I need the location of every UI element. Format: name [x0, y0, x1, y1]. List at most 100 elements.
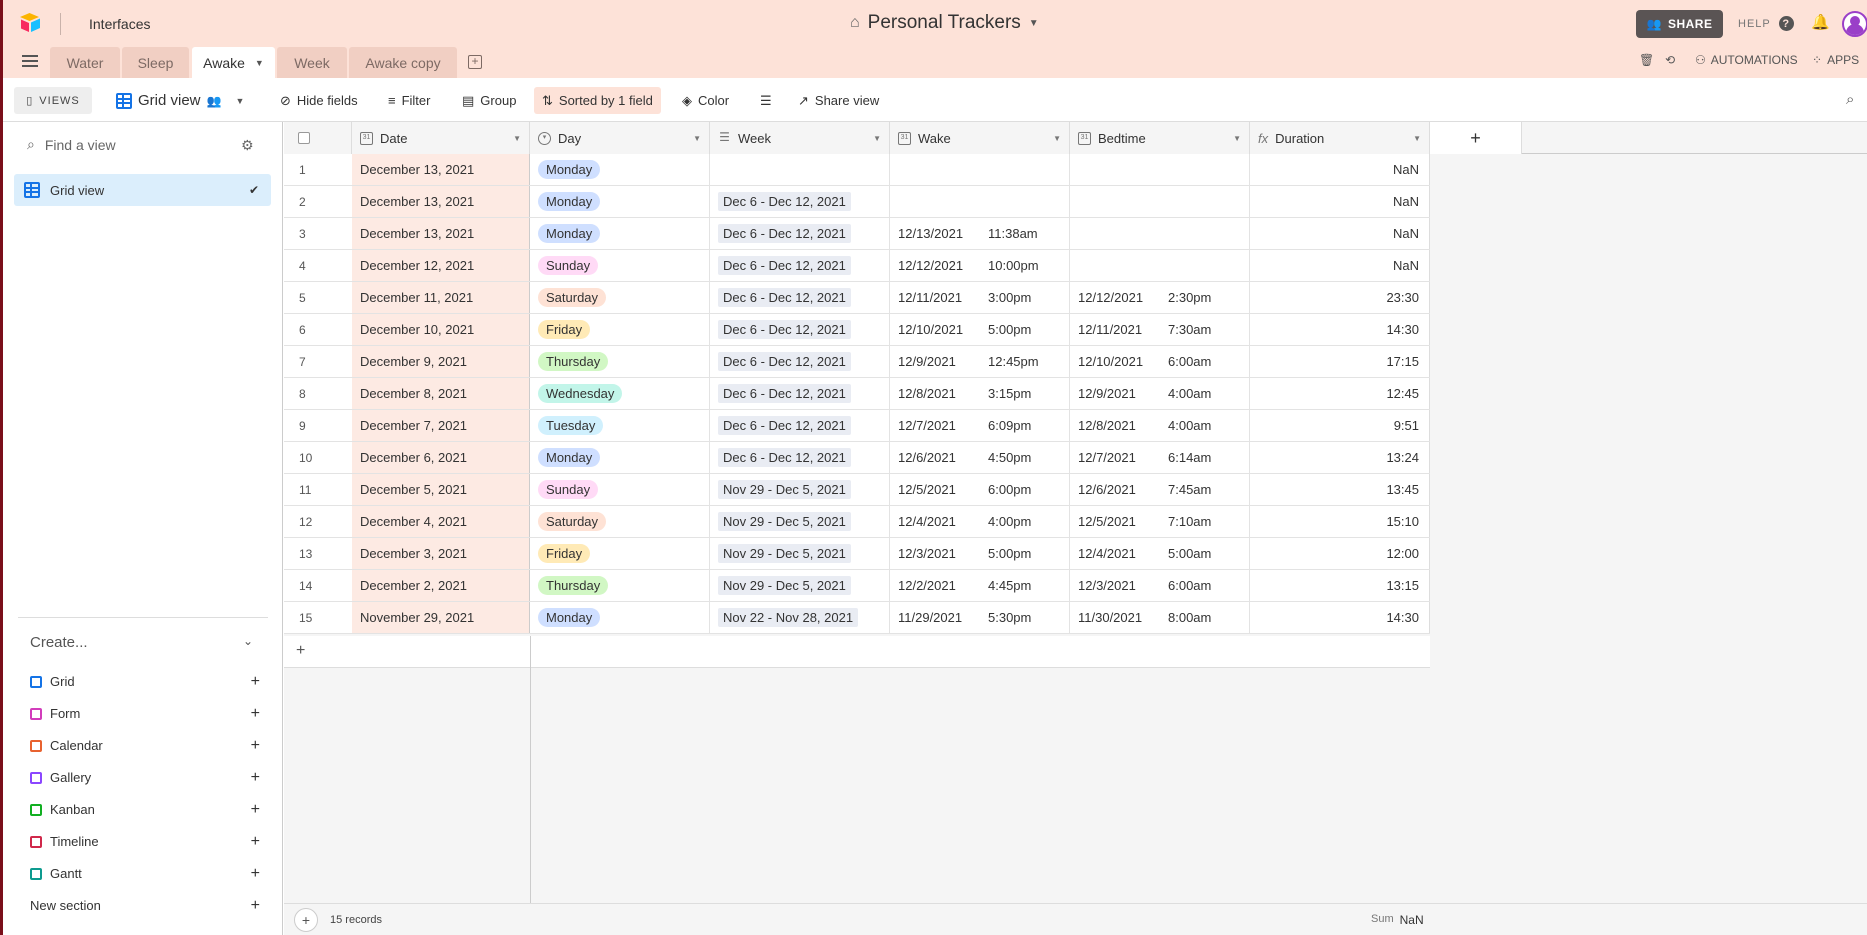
plus-icon[interactable]: + — [251, 737, 260, 755]
add-field-button[interactable]: + — [1430, 122, 1522, 154]
table-row[interactable]: 2 December 13, 2021 Monday Dec 6 - Dec 12, … — [284, 186, 1430, 218]
cell-day[interactable]: Monday — [530, 218, 710, 249]
cell-week[interactable]: Dec 6 - Dec 12, 2021 — [710, 218, 890, 249]
cell-wake[interactable]: 12/5/2021 6:00pm — [890, 474, 1070, 505]
color-button[interactable]: ◈ Color — [678, 87, 733, 114]
cell-duration[interactable]: 9:51 — [1250, 410, 1430, 441]
tab-water[interactable]: Water — [50, 47, 120, 78]
cell-wake[interactable] — [890, 186, 1070, 217]
cell-bedtime[interactable]: 12/10/2021 6:00am — [1070, 346, 1250, 377]
cell-duration[interactable]: 12:45 — [1250, 378, 1430, 409]
cell-week[interactable]: Nov 29 - Dec 5, 2021 — [710, 538, 890, 569]
column-header-duration[interactable]: fx Duration ▼ — [1250, 122, 1430, 154]
cell-bedtime[interactable]: 11/30/2021 8:00am — [1070, 602, 1250, 633]
cell-day[interactable]: Thursday — [530, 570, 710, 601]
cell-day[interactable]: Friday — [530, 314, 710, 345]
select-all-checkbox[interactable] — [284, 122, 352, 154]
cell-wake[interactable]: 12/8/2021 3:15pm — [890, 378, 1070, 409]
cell-wake[interactable]: 12/3/2021 5:00pm — [890, 538, 1070, 569]
plus-icon[interactable]: + — [251, 833, 260, 851]
cell-day[interactable]: Tuesday — [530, 410, 710, 441]
table-row[interactable]: 1 December 13, 2021 Monday NaN — [284, 154, 1430, 186]
cell-duration[interactable]: NaN — [1250, 218, 1430, 249]
cell-duration[interactable]: 23:30 — [1250, 282, 1430, 313]
chevron-down-icon[interactable]: ▼ — [513, 134, 521, 143]
sort-button[interactable]: ⇅ Sorted by 1 field — [534, 87, 661, 114]
share-view-button[interactable]: ↗ Share view — [794, 87, 883, 114]
share-button[interactable]: 👥 SHARE — [1636, 10, 1723, 38]
cell-date[interactable]: December 13, 2021 — [352, 186, 530, 217]
create-gallery[interactable]: Gallery + — [30, 769, 260, 786]
create-timeline[interactable]: Timeline + — [30, 833, 260, 851]
cell-week[interactable]: Nov 29 - Dec 5, 2021 — [710, 506, 890, 537]
create-calendar[interactable]: Calendar + — [30, 737, 260, 755]
table-row[interactable]: 8 December 8, 2021 Wednesday Dec 6 - Dec 12… — [284, 378, 1430, 410]
cell-bedtime[interactable]: 12/11/2021 7:30am — [1070, 314, 1250, 345]
cell-date[interactable]: December 13, 2021 — [352, 218, 530, 249]
cell-week[interactable]: Dec 6 - Dec 12, 2021 — [710, 410, 890, 441]
cell-bedtime[interactable]: 12/5/2021 7:10am — [1070, 506, 1250, 537]
cell-date[interactable]: December 9, 2021 — [352, 346, 530, 377]
cell-duration[interactable]: 14:30 — [1250, 314, 1430, 345]
cell-wake[interactable]: 12/9/2021 12:45pm — [890, 346, 1070, 377]
cell-week[interactable]: Nov 29 - Dec 5, 2021 — [710, 474, 890, 505]
cell-bedtime[interactable] — [1070, 154, 1250, 185]
create-grid[interactable]: Grid + — [30, 673, 260, 691]
bell-icon[interactable]: 🔔 — [1811, 13, 1830, 31]
cell-wake[interactable]: 12/2/2021 4:45pm — [890, 570, 1070, 601]
gear-icon[interactable]: ⚙ — [241, 137, 254, 154]
cell-week[interactable]: Nov 29 - Dec 5, 2021 — [710, 570, 890, 601]
add-record-row[interactable]: + — [284, 636, 1430, 668]
cell-date[interactable]: December 11, 2021 — [352, 282, 530, 313]
table-row[interactable]: 9 December 7, 2021 Tuesday Dec 6 - Dec 12, … — [284, 410, 1430, 442]
app-logo-icon[interactable] — [18, 12, 44, 34]
column-header-day[interactable]: ▾ Day ▼ — [530, 122, 710, 154]
interfaces-link[interactable]: Interfaces — [89, 16, 150, 32]
cell-duration[interactable]: 13:24 — [1250, 442, 1430, 473]
cell-week[interactable]: Dec 6 - Dec 12, 2021 — [710, 282, 890, 313]
cell-duration[interactable]: 14:30 — [1250, 602, 1430, 633]
column-header-bedtime[interactable]: 31 Bedtime ▼ — [1070, 122, 1250, 154]
create-new-section[interactable]: New section + — [30, 897, 260, 915]
tab-sleep[interactable]: Sleep — [122, 47, 189, 78]
sidebar-item-grid-view[interactable]: Grid view ✔ — [14, 174, 271, 206]
cell-duration[interactable]: 17:15 — [1250, 346, 1430, 377]
table-row[interactable]: 10 December 6, 2021 Monday Dec 6 - Dec 12, … — [284, 442, 1430, 474]
cell-day[interactable]: Saturday — [530, 282, 710, 313]
cell-bedtime[interactable] — [1070, 250, 1250, 281]
cell-date[interactable]: December 6, 2021 — [352, 442, 530, 473]
cell-duration[interactable]: NaN — [1250, 250, 1430, 281]
add-table-icon[interactable]: + — [468, 55, 482, 69]
search-icon[interactable]: ⌕ — [1846, 91, 1854, 108]
cell-week[interactable]: Dec 6 - Dec 12, 2021 — [710, 250, 890, 281]
tab-awake-copy[interactable]: Awake copy — [349, 47, 457, 78]
chevron-down-icon[interactable]: ▼ — [873, 134, 881, 143]
cell-duration[interactable]: 13:15 — [1250, 570, 1430, 601]
help-button[interactable]: HELP ? — [1738, 16, 1794, 31]
cell-day[interactable]: Monday — [530, 602, 710, 633]
cell-date[interactable]: December 13, 2021 — [352, 154, 530, 185]
cell-wake[interactable]: 12/12/2021 10:00pm — [890, 250, 1070, 281]
cell-date[interactable]: December 10, 2021 — [352, 314, 530, 345]
cell-day[interactable]: Saturday — [530, 506, 710, 537]
cell-date[interactable]: December 12, 2021 — [352, 250, 530, 281]
cell-day[interactable]: Thursday — [530, 346, 710, 377]
cell-wake[interactable]: 12/13/2021 11:38am — [890, 218, 1070, 249]
column-header-date[interactable]: 31 Date ▼ — [352, 122, 530, 154]
plus-icon[interactable]: + — [251, 897, 260, 915]
cell-week[interactable]: Dec 6 - Dec 12, 2021 — [710, 378, 890, 409]
cell-wake[interactable]: 12/6/2021 4:50pm — [890, 442, 1070, 473]
history-icon[interactable]: ⟲ — [1665, 53, 1675, 67]
column-header-week[interactable]: ☰ Week ▼ — [710, 122, 890, 154]
cell-wake[interactable]: 12/7/2021 6:09pm — [890, 410, 1070, 441]
chevron-down-icon[interactable]: ▼ — [1413, 134, 1421, 143]
tab-awake[interactable]: Awake ▼ — [192, 47, 275, 78]
table-row[interactable]: 4 December 12, 2021 Sunday Dec 6 - Dec 12, … — [284, 250, 1430, 282]
create-section-title[interactable]: Create... — [30, 634, 88, 651]
find-view-search[interactable]: ⌕ Find a view — [27, 136, 116, 153]
filter-button[interactable]: ≡ Filter — [384, 87, 434, 114]
plus-icon[interactable]: + — [251, 673, 260, 691]
menu-icon[interactable] — [22, 55, 38, 67]
cell-day[interactable]: Monday — [530, 186, 710, 217]
cell-bedtime[interactable]: 12/8/2021 4:00am — [1070, 410, 1250, 441]
